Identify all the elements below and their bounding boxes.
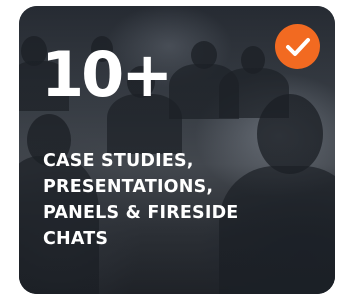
- stat-count: 10+: [41, 38, 173, 111]
- caption-line: PANELS & FIRESIDE: [43, 203, 239, 223]
- checkmark-icon: [285, 37, 310, 56]
- session-types-card: 10+ CASE STUDIES, PRESENTATIONS, PANELS …: [19, 6, 335, 294]
- caption-line: PRESENTATIONS,: [43, 177, 214, 197]
- checkmark-badge: [275, 24, 320, 69]
- caption-line: CHATS: [43, 229, 109, 249]
- stat-caption: CASE STUDIES, PRESENTATIONS, PANELS & FI…: [43, 148, 303, 252]
- caption-line: CASE STUDIES,: [43, 151, 194, 171]
